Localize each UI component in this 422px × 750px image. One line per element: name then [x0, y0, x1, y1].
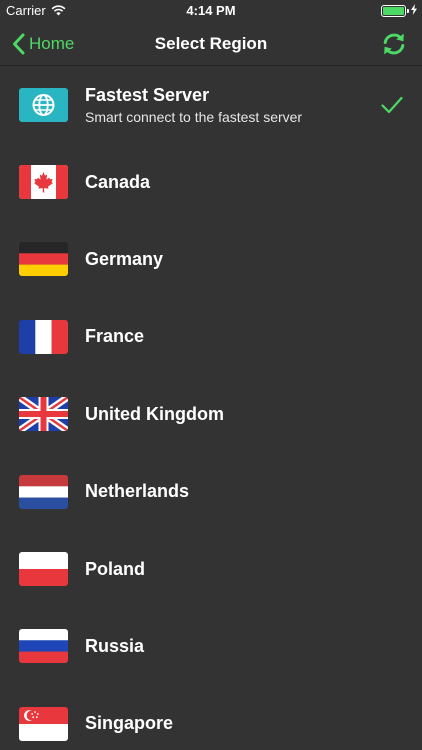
status-bar: Carrier 4:14 PM — [0, 0, 422, 22]
region-row-poland[interactable]: Poland — [0, 530, 422, 607]
region-list: Fastest Server Smart connect to the fast… — [0, 66, 422, 750]
region-text: Canada — [85, 172, 150, 193]
region-text: Germany — [85, 249, 163, 270]
region-text: Poland — [85, 559, 145, 580]
flag-france-icon — [19, 319, 68, 354]
region-row-france[interactable]: France — [0, 298, 422, 375]
region-name: Canada — [85, 171, 151, 192]
region-row-singapore[interactable]: Singapore — [0, 685, 422, 750]
region-subtitle: Smart connect to the fastest server — [85, 108, 303, 125]
charging-bolt-icon — [411, 4, 417, 15]
region-text: Russia — [85, 636, 144, 657]
refresh-icon — [383, 33, 405, 55]
status-time: 4:14 PM — [186, 3, 236, 18]
page-title: Select Region — [154, 34, 268, 53]
flag-canada-icon — [19, 165, 68, 200]
region-name: Netherlands — [85, 481, 190, 502]
region-name: Poland — [85, 558, 146, 579]
region-text: France — [85, 326, 144, 347]
flag-uk-icon — [19, 397, 68, 432]
region-text: Netherlands — [85, 481, 189, 502]
region-name: Germany — [85, 248, 164, 269]
nav-bar: Home Select Region — [0, 22, 422, 66]
flag-russia-icon — [19, 629, 68, 664]
region-text: Singapore — [85, 713, 173, 734]
region-name: Fastest Server — [85, 84, 210, 105]
flag-singapore-icon — [19, 706, 68, 741]
region-name: United Kingdom — [85, 403, 224, 424]
checkmark-icon — [381, 96, 403, 113]
battery-cap — [407, 9, 409, 13]
region-name: Singapore — [85, 713, 174, 734]
refresh-button[interactable] — [380, 30, 408, 58]
globe-icon — [19, 87, 68, 122]
region-name: Russia — [85, 635, 145, 656]
region-row-canada[interactable]: Canada — [0, 143, 422, 220]
region-text: United Kingdom — [85, 404, 224, 425]
region-row-germany[interactable]: Germany — [0, 221, 422, 298]
region-name: France — [85, 326, 145, 347]
region-row-united-kingdom[interactable]: United Kingdom — [0, 376, 422, 453]
region-row-netherlands[interactable]: Netherlands — [0, 453, 422, 530]
region-text: Fastest Server Smart connect to the fast… — [85, 85, 302, 125]
flag-netherlands-icon — [19, 474, 68, 509]
battery-icon — [381, 5, 409, 17]
region-row-russia[interactable]: Russia — [0, 608, 422, 685]
battery-fill — [383, 7, 404, 15]
region-row-fastest-server[interactable]: Fastest Server Smart connect to the fast… — [0, 66, 422, 143]
flag-poland-icon — [19, 552, 68, 587]
flag-germany-icon — [19, 242, 68, 277]
